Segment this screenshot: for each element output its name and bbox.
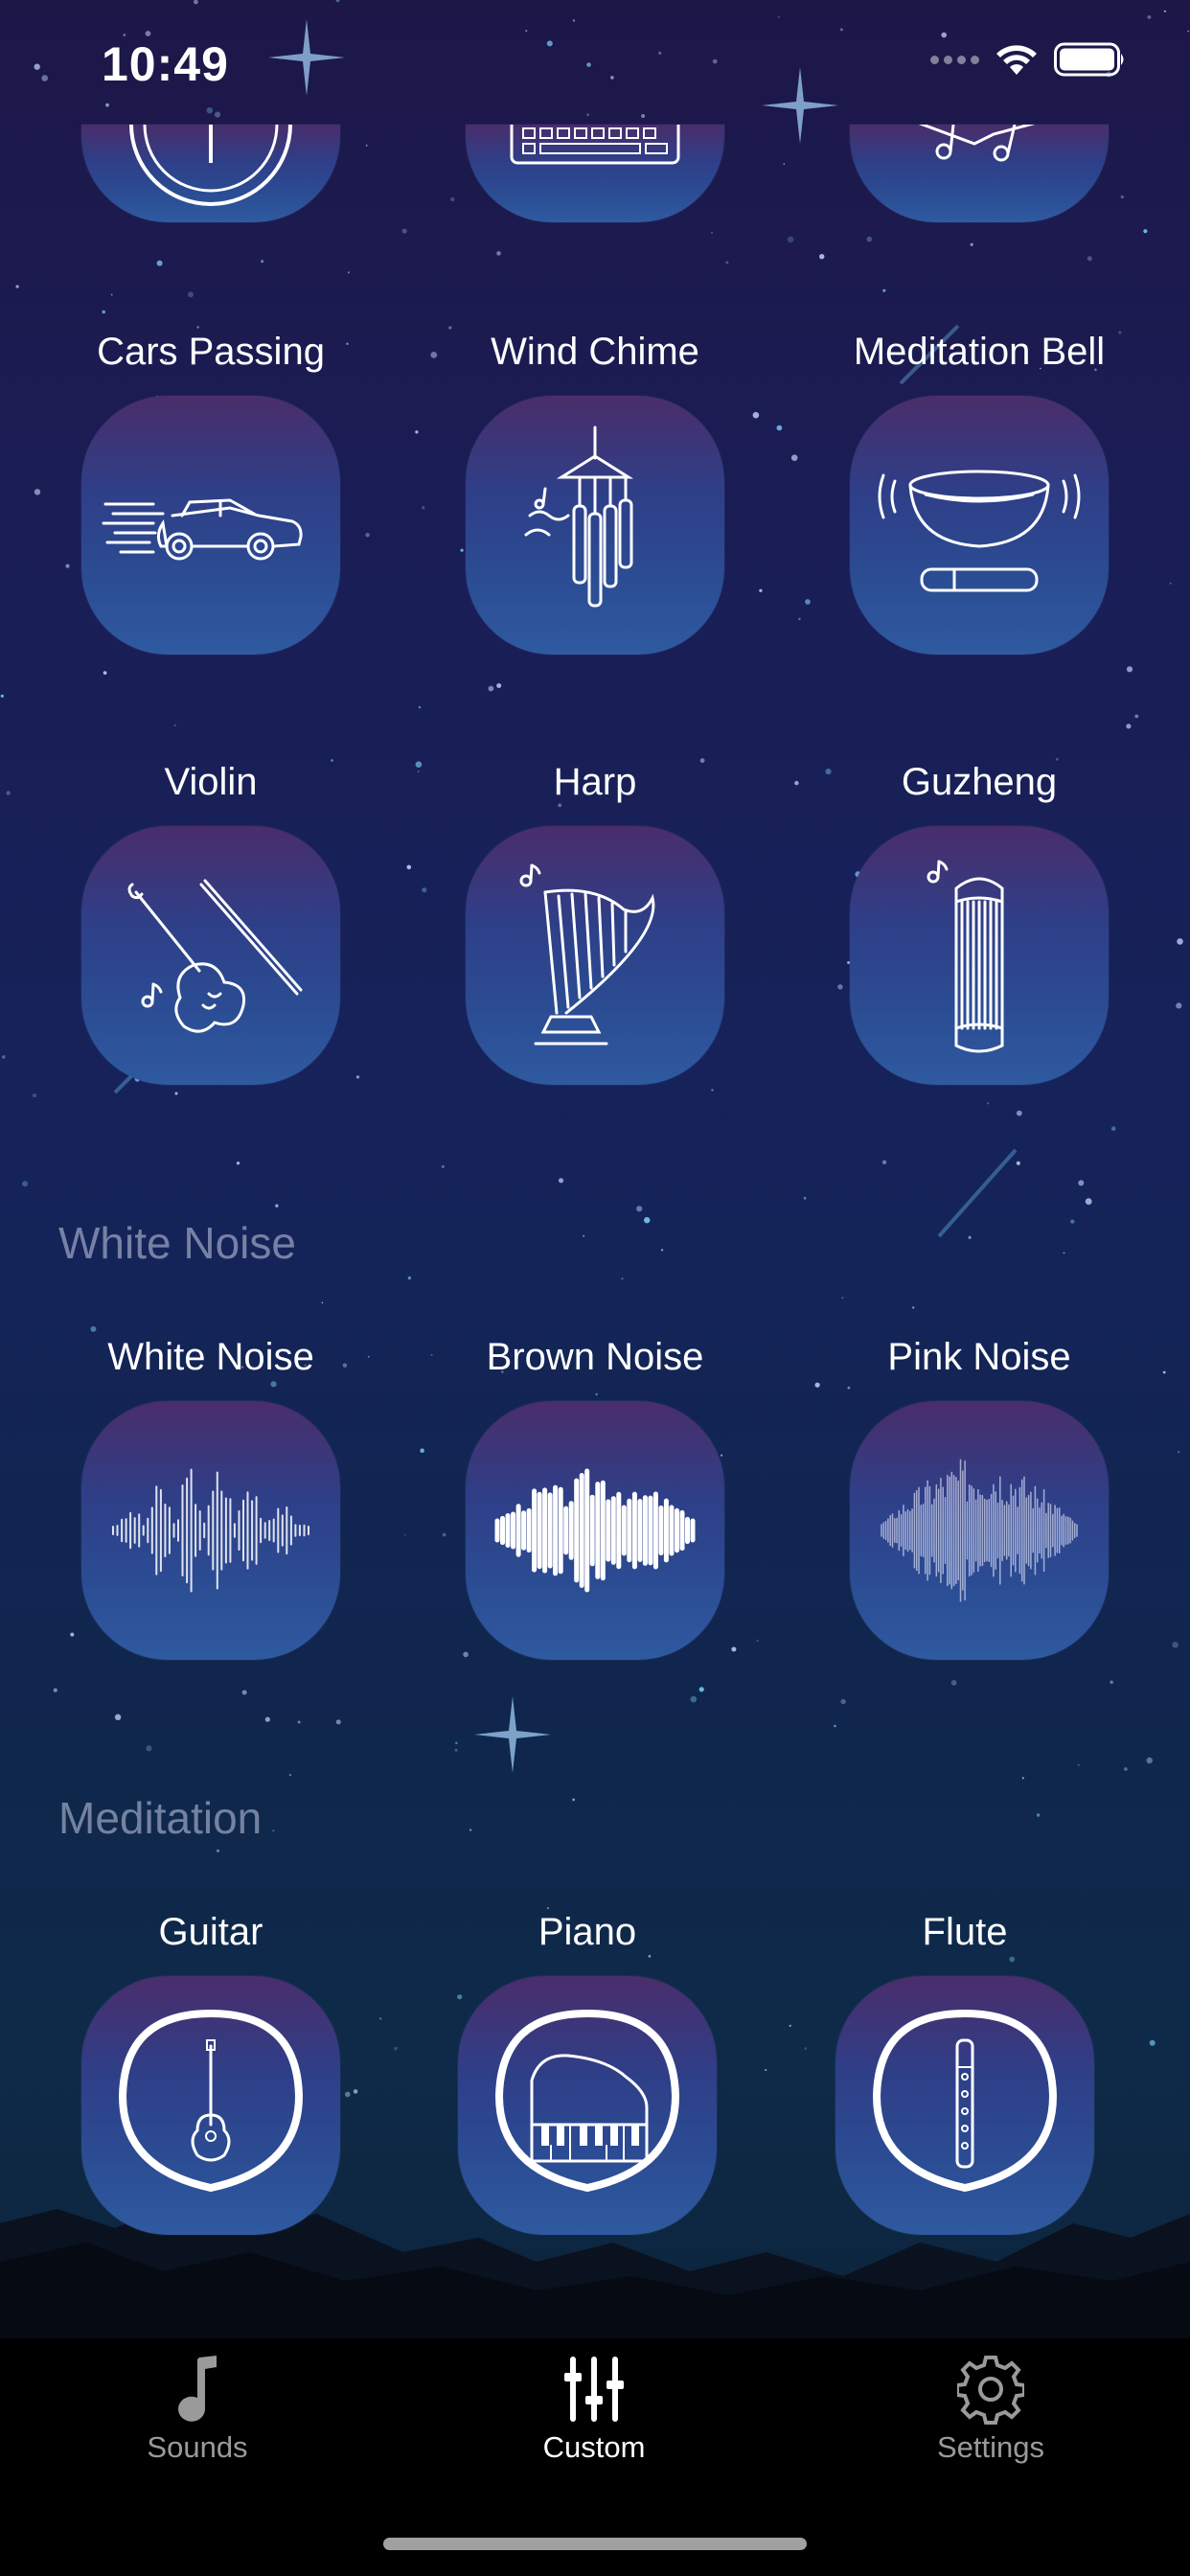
sound-label-piano: Piano: [538, 1911, 637, 1953]
section-title-meditation: Meditation: [58, 1793, 263, 1843]
sound-tile-brown-noise[interactable]: [466, 1401, 724, 1660]
sound-label-white-noise: White Noise: [107, 1336, 314, 1378]
music-notes-icon: [918, 125, 1036, 162]
car-icon: [102, 498, 303, 561]
violin-icon: [127, 879, 303, 1033]
sound-label-guitar: Guitar: [158, 1911, 263, 1953]
sound-label-flute: Flute: [922, 1911, 1008, 1953]
music-note-icon: [178, 2356, 217, 2422]
sound-label-harp: Harp: [553, 761, 637, 803]
sound-tile-music[interactable]: [850, 125, 1109, 222]
tab-label-sounds: Sounds: [147, 2430, 248, 2464]
sound-tile-piano[interactable]: [458, 1976, 717, 2235]
sound-label-pink-noise: Pink Noise: [887, 1336, 1071, 1378]
sound-tile-clock[interactable]: [81, 125, 340, 222]
waveform-icon: [881, 1459, 1078, 1602]
sound-label-cars-passing: Cars Passing: [97, 331, 325, 373]
sound-tile-white-noise[interactable]: [81, 1401, 340, 1660]
sound-tile-wind-chime[interactable]: [466, 396, 724, 655]
sound-label-brown-noise: Brown Noise: [486, 1336, 704, 1378]
section-title-white-noise: White Noise: [58, 1218, 296, 1268]
sound-tile-typing[interactable]: [466, 125, 724, 222]
status-indicators: [930, 42, 1127, 77]
sound-tile-flute[interactable]: [835, 1976, 1094, 2235]
tab-label-settings: Settings: [936, 2430, 1044, 2464]
sound-label-wind-chime: Wind Chime: [491, 331, 699, 373]
sound-label-guzheng: Guzheng: [901, 761, 1058, 803]
guzheng-icon: [927, 860, 1004, 1053]
status-time: 10:49: [102, 37, 229, 91]
keyboard-icon: [510, 125, 680, 165]
sound-tile-cars-passing[interactable]: [81, 396, 340, 655]
sound-label-violin: Violin: [164, 761, 258, 803]
sliders-icon: [564, 2357, 624, 2422]
sound-tile-harp[interactable]: [466, 826, 724, 1085]
guitar-icon: [118, 2009, 304, 2193]
wind-chime-icon: [524, 426, 634, 608]
wifi-icon: [996, 45, 1037, 75]
waveform-icon: [494, 1468, 696, 1593]
sound-tile-guitar[interactable]: [81, 1976, 340, 2235]
sound-tile-violin[interactable]: [81, 826, 340, 1085]
clock-icon: [129, 125, 292, 206]
gear-icon: [957, 2356, 1024, 2425]
tab-custom[interactable]: Custom: [469, 2354, 719, 2465]
waveform-icon: [112, 1468, 309, 1593]
flute-icon: [872, 2009, 1058, 2193]
sound-tile-meditation-bell[interactable]: [850, 396, 1109, 655]
sound-tile-pink-noise[interactable]: [850, 1401, 1109, 1660]
sound-label-meditation-bell: Meditation Bell: [853, 331, 1106, 373]
piano-icon: [494, 2009, 680, 2193]
harp-icon: [519, 863, 655, 1046]
cellular-signal-icon: [930, 55, 979, 64]
home-indicator: [383, 2538, 807, 2550]
tab-label-custom: Custom: [542, 2430, 646, 2464]
battery-icon: [1054, 42, 1124, 77]
singing-bowl-icon: [878, 470, 1081, 592]
sound-tile-guzheng[interactable]: [850, 826, 1109, 1085]
tab-settings[interactable]: Settings: [866, 2354, 1115, 2465]
tab-sounds[interactable]: Sounds: [73, 2354, 322, 2465]
